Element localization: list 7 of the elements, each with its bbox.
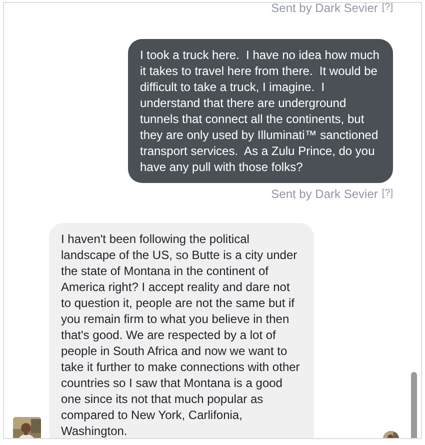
scrollbar[interactable]	[411, 372, 417, 438]
outgoing-message: I took a truck here. I have no idea how much it takes to travel here from there. It would be difficult to take a truck, I imagine. I understand that there are underground tunnels that connect all the continents, but they are only used by Illuminati™ sanctioned transport services. As a Zulu Prince, do you have any pull with those folks?	[128, 39, 393, 183]
incoming-message: I haven't been following the political landscape of the US, so Butte is a city under the state of Montana in the continent of America right? I accept reality and dare not to question it, people are not the same but if you remain firm to what you believe in then that's good. We are respected by a lot of people in South Africa and now we want to take it further to make connections with other countries so I saw that Montana is a good one since its not that much popular as compared to New York, Carlifonia, Washington.	[49, 223, 314, 438]
help-link[interactable]: [?]	[382, 3, 393, 15]
help-link[interactable]: [?]	[382, 187, 393, 201]
sender-label: Sent by Dark Sevier	[271, 187, 378, 201]
sender-label: Sent by Dark Sevier	[271, 3, 378, 15]
